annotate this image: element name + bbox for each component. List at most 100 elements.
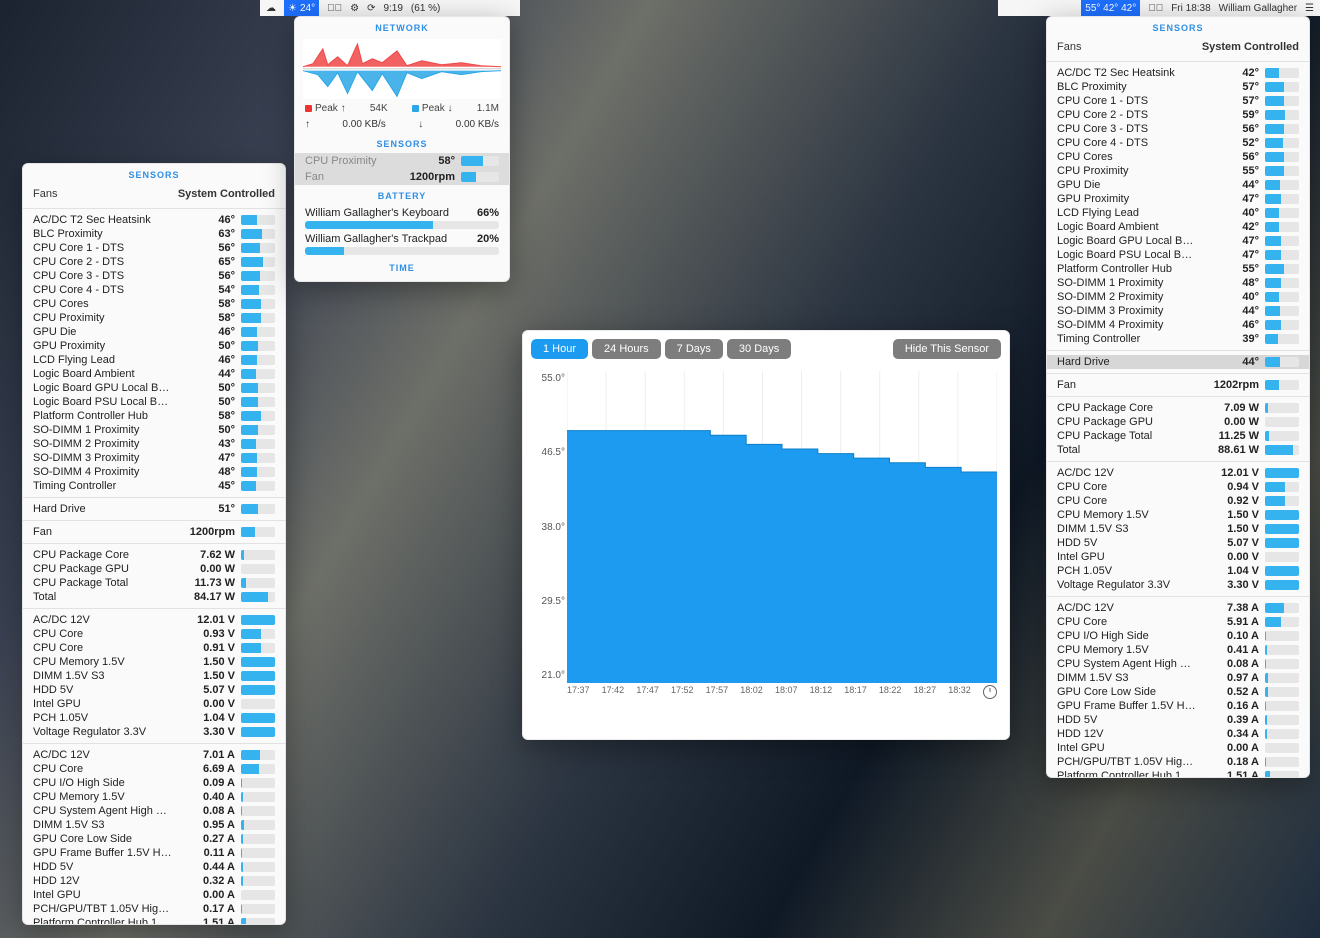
sensor-row[interactable]: CPU Memory 1.5V 0.40 A: [23, 790, 285, 804]
sensor-row[interactable]: DIMM 1.5V S3 1.50 V: [23, 669, 285, 683]
sensor-row[interactable]: AC/DC T2 Sec Heatsink 46°: [23, 213, 285, 227]
sensor-row[interactable]: GPU Proximity 47°: [1047, 192, 1309, 206]
sensor-row[interactable]: CPU Memory 1.5V 0.41 A: [1047, 643, 1309, 657]
sensor-row[interactable]: GPU Proximity 50°: [23, 339, 285, 353]
sensor-row[interactable]: LCD Flying Lead 46°: [23, 353, 285, 367]
range-1-hour[interactable]: 1 Hour: [531, 339, 588, 359]
sensor-row[interactable]: CPU Core 2 - DTS 59°: [1047, 108, 1309, 122]
sensor-row[interactable]: SO-DIMM 1 Proximity 50°: [23, 423, 285, 437]
sensor-row[interactable]: CPU Core 0.94 V: [1047, 480, 1309, 494]
sensor-row[interactable]: GPU Core Low Side 0.52 A: [1047, 685, 1309, 699]
bt-icon[interactable]: ⚙: [350, 3, 359, 14]
temps-chip[interactable]: 55° 42° 42°: [1081, 0, 1140, 16]
sensor-row[interactable]: Platform Controller Hub 1.05V 1.51 A: [23, 916, 285, 925]
sensor-row[interactable]: Timing Controller 45°: [23, 479, 285, 493]
camera-icon[interactable]: ▢⃞: [327, 3, 342, 14]
sensor-row[interactable]: SO-DIMM 1 Proximity 48°: [1047, 276, 1309, 290]
sensor-row[interactable]: PCH/GPU/TBT 1.05V High Side 0.17 A: [23, 902, 285, 916]
sensor-row[interactable]: Voltage Regulator 3.3V 3.30 V: [23, 725, 285, 739]
sensor-row[interactable]: Fan 1202rpm: [1047, 378, 1309, 392]
sensor-row[interactable]: AC/DC 12V 12.01 V: [1047, 466, 1309, 480]
sensor-row[interactable]: CPU Core 0.91 V: [23, 641, 285, 655]
sensor-row[interactable]: CPU Core 1 - DTS 57°: [1047, 94, 1309, 108]
mini-sensor-row[interactable]: CPU Proximity58°: [295, 153, 509, 169]
sensor-row[interactable]: Fan 1200rpm: [23, 525, 285, 539]
sensor-row[interactable]: SO-DIMM 4 Proximity 48°: [23, 465, 285, 479]
sensor-row[interactable]: AC/DC 12V 12.01 V: [23, 613, 285, 627]
sensor-row[interactable]: GPU Frame Buffer 1.5V High Side 0.16 A: [1047, 699, 1309, 713]
sensor-row[interactable]: BLC Proximity 63°: [23, 227, 285, 241]
sensor-row[interactable]: CPU Core 5.91 A: [1047, 615, 1309, 629]
sensor-row[interactable]: AC/DC 12V 7.38 A: [1047, 601, 1309, 615]
sensor-row[interactable]: CPU I/O High Side 0.09 A: [23, 776, 285, 790]
sensor-row[interactable]: Logic Board GPU Local Board 50°: [23, 381, 285, 395]
sensor-row[interactable]: GPU Frame Buffer 1.5V High Side 0.11 A: [23, 846, 285, 860]
clock-icon[interactable]: [983, 685, 997, 699]
mini-sensor-row[interactable]: Fan1200rpm: [295, 169, 509, 185]
sensor-row[interactable]: HDD 12V 0.32 A: [23, 874, 285, 888]
weather-chip[interactable]: ☀ 24°: [284, 0, 319, 16]
sensor-row[interactable]: CPU Memory 1.5V 1.50 V: [23, 655, 285, 669]
sensor-row[interactable]: AC/DC T2 Sec Heatsink 42°: [1047, 66, 1309, 80]
sensor-row[interactable]: Logic Board Ambient 44°: [23, 367, 285, 381]
sensor-row[interactable]: SO-DIMM 3 Proximity 44°: [1047, 304, 1309, 318]
sensor-row[interactable]: Logic Board Ambient 42°: [1047, 220, 1309, 234]
sensor-row[interactable]: Intel GPU 0.00 V: [23, 697, 285, 711]
sensor-row[interactable]: GPU Die 44°: [1047, 178, 1309, 192]
sensor-row[interactable]: CPU Package Core 7.62 W: [23, 548, 285, 562]
sensor-row[interactable]: Intel GPU 0.00 A: [1047, 741, 1309, 755]
sensor-row[interactable]: Hard Drive 51°: [23, 502, 285, 516]
sensor-row[interactable]: Intel GPU 0.00 A: [23, 888, 285, 902]
sensor-row[interactable]: CPU Core 3 - DTS 56°: [23, 269, 285, 283]
sensor-row[interactable]: CPU I/O High Side 0.10 A: [1047, 629, 1309, 643]
sensor-row[interactable]: PCH/GPU/TBT 1.05V High Side 0.18 A: [1047, 755, 1309, 769]
sensor-row[interactable]: Hard Drive 44°: [1047, 355, 1309, 369]
camera-icon[interactable]: ▢⃞: [1148, 3, 1163, 14]
sensor-row[interactable]: CPU Cores 56°: [1047, 150, 1309, 164]
sync-icon[interactable]: ⟳: [367, 3, 375, 14]
sensor-row[interactable]: Platform Controller Hub 55°: [1047, 262, 1309, 276]
sensor-row[interactable]: GPU Die 46°: [23, 325, 285, 339]
sensor-row[interactable]: Platform Controller Hub 58°: [23, 409, 285, 423]
sensor-row[interactable]: Timing Controller 39°: [1047, 332, 1309, 346]
range-30-days[interactable]: 30 Days: [727, 339, 791, 359]
sensor-row[interactable]: PCH 1.05V 1.04 V: [1047, 564, 1309, 578]
sensor-row[interactable]: CPU Package Total 11.73 W: [23, 576, 285, 590]
sensor-row[interactable]: CPU Core 3 - DTS 56°: [1047, 122, 1309, 136]
sensor-row[interactable]: CPU Package Core 7.09 W: [1047, 401, 1309, 415]
sensor-row[interactable]: CPU Cores 58°: [23, 297, 285, 311]
sensor-row[interactable]: GPU Core Low Side 0.27 A: [23, 832, 285, 846]
sensor-row[interactable]: CPU Proximity 58°: [23, 311, 285, 325]
sensor-row[interactable]: CPU Core 0.93 V: [23, 627, 285, 641]
sensor-row[interactable]: DIMM 1.5V S3 0.97 A: [1047, 671, 1309, 685]
sensor-row[interactable]: CPU Core 4 - DTS 52°: [1047, 136, 1309, 150]
sensor-row[interactable]: Intel GPU 0.00 V: [1047, 550, 1309, 564]
sensor-row[interactable]: HDD 5V 0.44 A: [23, 860, 285, 874]
time-range-segmented[interactable]: 1 Hour24 Hours7 Days30 Days: [531, 339, 791, 359]
sensor-row[interactable]: HDD 5V 5.07 V: [23, 683, 285, 697]
sensor-row[interactable]: CPU System Agent High Side 0.08 A: [23, 804, 285, 818]
sensor-row[interactable]: CPU Core 1 - DTS 56°: [23, 241, 285, 255]
sensor-row[interactable]: Logic Board PSU Local Board 50°: [23, 395, 285, 409]
sensor-row[interactable]: CPU Core 4 - DTS 54°: [23, 283, 285, 297]
battery-row[interactable]: William Gallagher's Trackpad 20%: [295, 231, 509, 257]
sensor-row[interactable]: SO-DIMM 2 Proximity 43°: [23, 437, 285, 451]
sensor-row[interactable]: Voltage Regulator 3.3V 3.30 V: [1047, 578, 1309, 592]
sensor-row[interactable]: Total 84.17 W: [23, 590, 285, 604]
menu-icon[interactable]: ☰: [1305, 3, 1314, 14]
sensor-row[interactable]: DIMM 1.5V S3 1.50 V: [1047, 522, 1309, 536]
sensor-row[interactable]: CPU Proximity 55°: [1047, 164, 1309, 178]
sensor-row[interactable]: HDD 12V 0.34 A: [1047, 727, 1309, 741]
sensor-row[interactable]: DIMM 1.5V S3 0.95 A: [23, 818, 285, 832]
sensor-row[interactable]: LCD Flying Lead 40°: [1047, 206, 1309, 220]
sensor-row[interactable]: Total 88.61 W: [1047, 443, 1309, 457]
sensor-row[interactable]: AC/DC 12V 7.01 A: [23, 748, 285, 762]
sensor-row[interactable]: CPU Core 0.92 V: [1047, 494, 1309, 508]
hide-sensor-button[interactable]: Hide This Sensor: [893, 339, 1001, 359]
sensor-row[interactable]: CPU Package GPU 0.00 W: [1047, 415, 1309, 429]
sensor-row[interactable]: SO-DIMM 3 Proximity 47°: [23, 451, 285, 465]
sensor-row[interactable]: SO-DIMM 4 Proximity 46°: [1047, 318, 1309, 332]
sensor-row[interactable]: CPU Package GPU 0.00 W: [23, 562, 285, 576]
sensor-row[interactable]: CPU Core 2 - DTS 65°: [23, 255, 285, 269]
sensor-row[interactable]: CPU Memory 1.5V 1.50 V: [1047, 508, 1309, 522]
